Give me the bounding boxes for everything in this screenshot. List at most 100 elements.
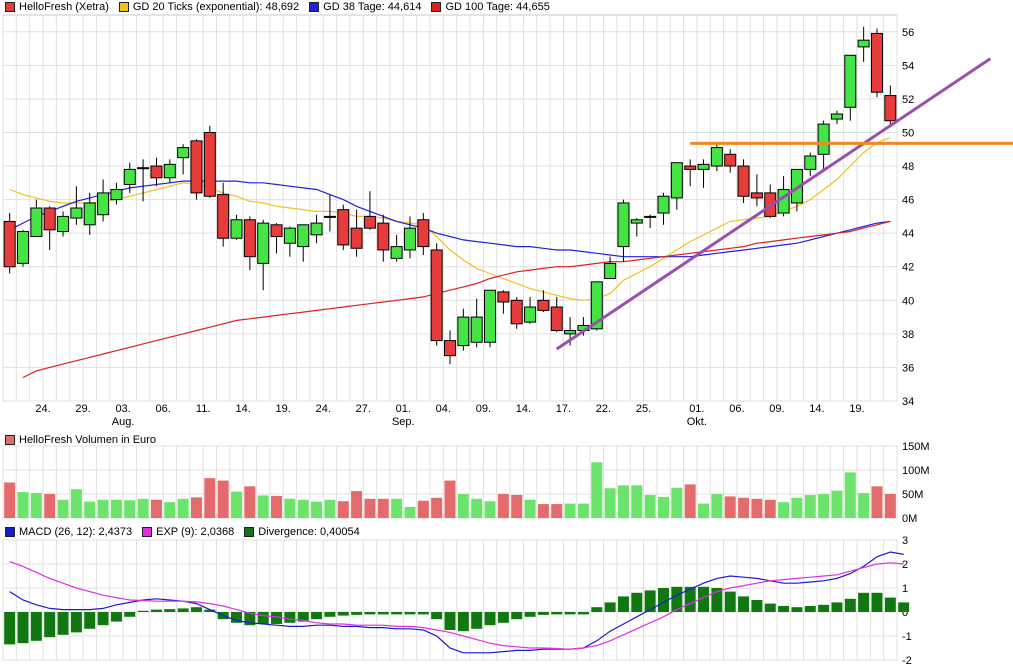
price-tick-label: 40 <box>902 295 914 307</box>
volume-bar <box>337 501 349 518</box>
macd-tick-label: -1 <box>902 631 912 643</box>
x-tick-label: 22. <box>596 403 611 415</box>
divergence-bar <box>311 612 323 620</box>
divergence-bar <box>44 612 56 638</box>
legend-label: EXP (9): 2,0368 <box>156 526 235 538</box>
legend-item-volume: HelloFresh Volumen in Euro <box>5 434 156 446</box>
legend-label: HelloFresh Volumen in Euro <box>19 434 156 446</box>
volume-bar <box>631 485 643 518</box>
volume-bar <box>791 497 803 518</box>
candle-body <box>70 207 83 219</box>
divergence-bar <box>831 602 843 612</box>
candle-body <box>844 54 857 108</box>
divergence-bar <box>324 612 336 617</box>
divergence-bar <box>738 596 750 612</box>
candle-body <box>270 224 283 238</box>
legend-item-divergence: Divergence: 0,40054 <box>244 526 360 538</box>
volume-bar <box>471 498 483 518</box>
x-tick-label: 14. <box>236 403 251 415</box>
price-tick-label: 38 <box>902 329 914 341</box>
candle-body <box>123 168 136 186</box>
candle-body <box>497 291 510 303</box>
candle-body <box>377 222 390 251</box>
legend-swatch <box>244 527 255 537</box>
volume-bar <box>231 491 243 518</box>
candle-body <box>283 227 296 244</box>
divergence-bar <box>724 591 736 612</box>
volume-bar <box>137 498 149 518</box>
legend-label: MACD (26, 12): 2,4373 <box>19 526 133 538</box>
candle-body <box>484 289 497 343</box>
divergence-bar <box>431 612 443 620</box>
candle-body <box>43 207 56 231</box>
divergence-bar <box>351 612 363 615</box>
legend-item-price: HelloFresh (Xetra) <box>5 1 109 13</box>
divergence-bar <box>417 612 429 615</box>
divergence-bar <box>177 608 189 612</box>
macd-legend: MACD (26, 12): 2,4373 EXP (9): 2,0368 Di… <box>5 526 360 538</box>
legend-label: GD 20 Ticks (exponential): 48,692 <box>132 1 300 13</box>
divergence-bar <box>404 612 416 615</box>
divergence-bar <box>391 612 403 615</box>
candle-body <box>163 163 176 179</box>
volume-bar <box>644 494 656 518</box>
volume-bar <box>751 498 763 518</box>
macd-tick-label: -2 <box>902 655 912 667</box>
candle-body <box>390 246 403 259</box>
candle-body <box>243 219 256 258</box>
candle-body <box>470 316 483 343</box>
candle-body <box>403 227 416 251</box>
volume-bar <box>44 494 56 518</box>
legend-item-exp: EXP (9): 2,0368 <box>142 526 234 538</box>
candle-body <box>203 131 216 197</box>
volume-bar <box>417 500 429 518</box>
volume-bar <box>311 501 323 518</box>
volume-legend: HelloFresh Volumen in Euro <box>5 434 156 446</box>
volume-bar <box>858 493 870 518</box>
price-tick-label: 54 <box>902 60 914 72</box>
candle-body <box>657 195 670 214</box>
volume-bar <box>457 494 469 518</box>
volume-bar <box>57 499 69 518</box>
price-legend: HelloFresh (Xetra) GD 20 Ticks (exponent… <box>5 1 550 13</box>
legend-swatch <box>431 2 442 12</box>
volume-bar <box>17 492 29 518</box>
divergence-bar <box>30 612 42 641</box>
divergence-bar <box>497 612 509 623</box>
candle-body <box>110 189 123 201</box>
volume-bar <box>444 480 456 518</box>
candle-body <box>550 306 563 332</box>
volume-bar <box>604 488 616 518</box>
volume-bar <box>97 499 109 518</box>
candle-body <box>83 202 96 226</box>
divergence-bar <box>164 609 176 612</box>
x-tick-label: 24. <box>316 403 331 415</box>
x-tick-label: 17. <box>556 403 571 415</box>
legend-swatch <box>142 527 153 537</box>
volume-bar <box>4 482 16 518</box>
volume-bar <box>844 472 856 518</box>
macd-tick-label: 2 <box>902 559 908 571</box>
volume-bar <box>351 491 363 518</box>
price-tick-label: 52 <box>902 94 914 106</box>
x-tick-label: 06. <box>729 403 744 415</box>
divergence-bar <box>84 612 96 629</box>
volume-bar <box>391 498 403 518</box>
x-tick-label: 19. <box>849 403 864 415</box>
x-tick-label: 01. <box>396 403 411 415</box>
volume-tick-label: 50M <box>902 489 923 501</box>
volume-bar <box>284 498 296 518</box>
legend-item-gd100: GD 100 Tage: 44,655 <box>431 1 550 13</box>
divergence-bar <box>604 602 616 612</box>
x-tick-label: 09. <box>476 403 491 415</box>
candle-body <box>417 219 430 248</box>
x-tick-label: 04. <box>436 403 451 415</box>
divergence-bar <box>818 604 830 612</box>
candle-body <box>804 155 817 170</box>
volume-bar <box>150 499 162 518</box>
candle-body <box>724 153 737 167</box>
candle-body <box>670 162 683 199</box>
volume-bar <box>484 501 496 518</box>
divergence-bar <box>364 612 376 615</box>
volume-bar <box>871 486 883 518</box>
